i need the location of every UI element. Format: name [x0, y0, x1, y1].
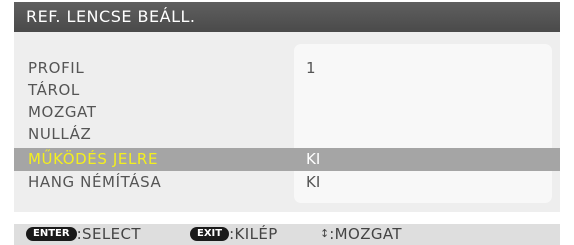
- menu-item-value: 1: [306, 59, 316, 77]
- enter-hint: ENTER:SELECT: [26, 224, 141, 245]
- enter-hint-text: :SELECT: [76, 225, 141, 243]
- move-hint: ↕:MOZGAT: [320, 224, 402, 245]
- menu-item-hang-nemitasa[interactable]: HANG NÉMÍTÁSA KI: [14, 171, 560, 194]
- menu-item-label: MOZGAT: [28, 103, 97, 121]
- menu-item-label: HANG NÉMÍTÁSA: [28, 173, 162, 191]
- menu-item-label: TÁROL: [28, 81, 80, 99]
- menu-item-tarol[interactable]: TÁROL: [14, 79, 560, 102]
- menu-item-mukodes-jelre[interactable]: MŰKÖDÉS JELRE KI: [14, 148, 560, 171]
- menu-item-nullaz[interactable]: NULLÁZ: [14, 123, 560, 146]
- menu-panel: PROFIL 1 TÁROL MOZGAT NULLÁZ MŰKÖDÉS JEL…: [14, 32, 560, 212]
- exit-hint: EXIT:KILÉP: [190, 224, 278, 245]
- menu-item-label: PROFIL: [28, 59, 85, 77]
- enter-key-badge: ENTER: [26, 226, 77, 241]
- menu-item-value: KI: [306, 173, 321, 191]
- menu-item-profil[interactable]: PROFIL 1: [14, 57, 560, 80]
- key-hint-bar: ENTER:SELECT EXIT:KILÉP ↕:MOZGAT: [14, 224, 560, 245]
- menu-item-label: NULLÁZ: [28, 125, 92, 143]
- menu-item-mozgat[interactable]: MOZGAT: [14, 101, 560, 124]
- menu-item-value: KI: [306, 150, 321, 168]
- menu-title: REF. LENCSE BEÁLL.: [14, 2, 560, 32]
- move-hint-text: :MOZGAT: [329, 225, 402, 243]
- exit-key-badge: EXIT: [190, 226, 230, 241]
- exit-hint-text: :KILÉP: [229, 225, 278, 243]
- updown-arrows-icon: ↕: [320, 227, 330, 240]
- menu-item-label: MŰKÖDÉS JELRE: [28, 150, 159, 168]
